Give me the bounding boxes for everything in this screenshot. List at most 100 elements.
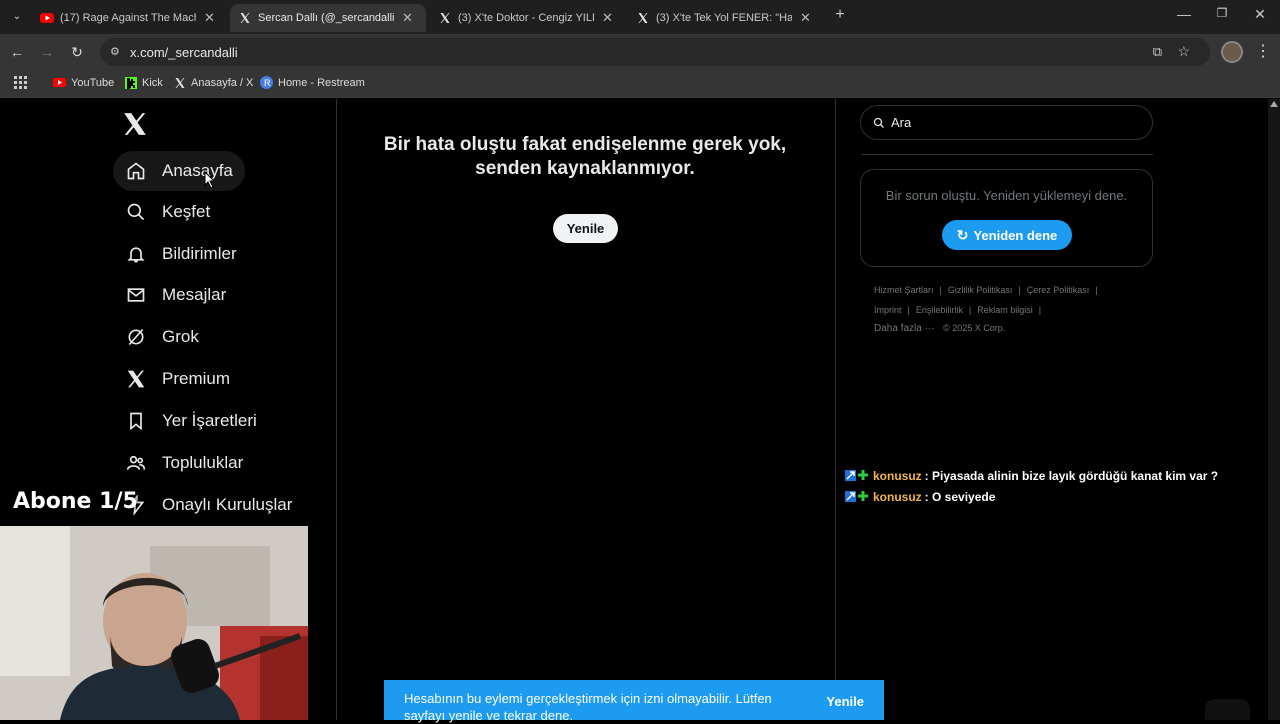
chat-username: konusuz xyxy=(873,490,922,504)
address-field[interactable]: ⚙ x.com/_sercandalli ⧉ ☆ xyxy=(100,38,1210,66)
footer-links-row: Imprint | Erişilebilirlik | Reklam bilgisi | xyxy=(874,305,1047,315)
site-info-icon[interactable]: ⚙ xyxy=(110,45,120,58)
search-icon xyxy=(873,117,885,129)
nav-label: Topluluklar xyxy=(162,453,244,472)
toast-refresh-button[interactable]: Yenile xyxy=(826,693,864,710)
bookmark-icon xyxy=(125,410,147,432)
nav-grok[interactable]: Grok xyxy=(113,317,211,357)
profile-avatar[interactable] xyxy=(1221,41,1243,63)
bookmarks-bar: YouTube Kick Anasayfa / X R Home - Restr… xyxy=(0,70,1280,98)
tab-close-icon[interactable]: ✕ xyxy=(402,10,413,26)
x-icon xyxy=(173,76,186,89)
nav-notifications[interactable]: Bildirimler xyxy=(113,234,249,274)
home-icon xyxy=(125,160,147,182)
retry-button[interactable]: Yenile xyxy=(553,214,618,243)
nav-label: Yer İşaretleri xyxy=(162,411,257,430)
x-icon xyxy=(238,11,252,25)
grok-floating-icon[interactable] xyxy=(1205,699,1250,720)
apps-grid-icon[interactable] xyxy=(14,76,27,89)
error-line: Bir hata oluştu fakat endişelenme gerek … xyxy=(383,134,787,155)
nav-home[interactable]: Anasayfa xyxy=(113,151,245,191)
bookmark-label: Kick xyxy=(142,76,163,89)
tab-tek-yol[interactable]: (3) X'te Tek Yol FENER: "Hazırlık ✕ xyxy=(628,4,819,32)
chat-text: : Piyasada alinin bize layık gördüğü kan… xyxy=(924,469,1219,483)
subscriber-goal-overlay: Abone 1/5 xyxy=(13,489,138,514)
error-toast: Hesabının bu eylemi gerçekleştirmek için… xyxy=(384,680,884,723)
tab-title: (3) X'te Tek Yol FENER: "Hazırlık xyxy=(656,12,792,24)
back-icon[interactable]: ← xyxy=(8,43,26,61)
nav-label: Mesajlar xyxy=(162,285,227,304)
copyright: © 2025 X Corp. xyxy=(943,323,1006,333)
footer-link-privacy[interactable]: Gizlilik Politikası xyxy=(948,285,1013,295)
nav-label: Anasayfa xyxy=(162,161,233,180)
youtube-icon xyxy=(40,11,54,25)
search-input[interactable]: Ara xyxy=(860,105,1153,140)
divider xyxy=(861,154,1153,155)
bookmark-label: YouTube xyxy=(71,76,115,89)
minimize-icon[interactable]: — xyxy=(1170,6,1198,22)
nav-explore[interactable]: Keşfet xyxy=(113,192,222,232)
window-close-icon[interactable]: ✕ xyxy=(1246,6,1274,23)
footer-link-accessibility[interactable]: Erişilebilirlik xyxy=(916,305,963,315)
scroll-up-icon[interactable] xyxy=(1270,101,1278,107)
footer-separator: | xyxy=(1095,285,1098,295)
bookmark-label: Home - Restream xyxy=(278,76,365,89)
tab-search-chevron-icon[interactable]: ⌄ xyxy=(8,8,26,26)
address-toolbar: ← → ↻ ⚙ x.com/_sercandalli ⧉ ☆ ⋮ xyxy=(0,34,1280,70)
footer-link-imprint[interactable]: Imprint xyxy=(874,305,902,315)
nav-messages[interactable]: Mesajlar xyxy=(113,275,238,315)
nav-premium[interactable]: Premium xyxy=(113,359,242,399)
bookmark-kick[interactable]: Kick xyxy=(124,76,163,89)
nav-bookmarks[interactable]: Yer İşaretleri xyxy=(113,401,269,441)
footer-link-cookies[interactable]: Çerez Politikası xyxy=(1027,285,1090,295)
retry-trends-button[interactable]: ↻ Yeniden dene xyxy=(942,220,1072,250)
bookmark-restream[interactable]: R Home - Restream xyxy=(260,76,365,89)
bookmark-youtube[interactable]: YouTube xyxy=(53,76,114,89)
footer-links-row: Daha fazla ··· © 2025 X Corp. xyxy=(874,323,1011,334)
bookmark-star-icon[interactable]: ☆ xyxy=(1177,43,1190,60)
url-text: x.com/_sercandalli xyxy=(130,44,238,60)
new-tab-button[interactable]: + xyxy=(826,6,854,24)
tab-rage-against[interactable]: (17) Rage Against The Machine ✕ xyxy=(32,4,223,32)
tab-close-icon[interactable]: ✕ xyxy=(800,10,811,26)
search-placeholder: Ara xyxy=(891,115,912,130)
stream-chat-message: konusuz : O seviyede xyxy=(845,490,995,504)
nav-label: Keşfet xyxy=(162,202,211,221)
bookmark-label: Anasayfa / X xyxy=(191,76,254,89)
footer-link-terms[interactable]: Hizmet Şartları xyxy=(874,285,934,295)
tab-sercan-dalli[interactable]: Sercan Dallı (@_sercandalli) / X ✕ xyxy=(230,4,426,32)
reload-icon[interactable]: ↻ xyxy=(68,43,86,61)
restream-icon: R xyxy=(260,76,273,89)
browser-menu-icon[interactable]: ⋮ xyxy=(1254,43,1272,61)
nav-label: Bildirimler xyxy=(162,244,237,263)
trends-error-text: Bir sorun oluştu. Yeniden yüklemeyi dene… xyxy=(885,188,1128,203)
x-page: Anasayfa Keşfet Bildirimler Mesajlar Gro… xyxy=(0,99,1268,723)
toast-text: sayfayı yenile ve tekrar dene. xyxy=(404,708,574,723)
svg-text:R: R xyxy=(264,78,271,88)
maximize-icon[interactable]: ❐ xyxy=(1208,6,1236,20)
footer-link-ads-info[interactable]: Reklam bilgisi xyxy=(977,305,1033,315)
footer-separator: | xyxy=(1038,305,1042,315)
x-logo-icon[interactable] xyxy=(122,111,148,137)
tab-title: Sercan Dallı (@_sercandalli) / X xyxy=(258,12,394,24)
kick-icon xyxy=(124,76,137,89)
tab-doktor[interactable]: (3) X'te Doktor - Cengiz YILDIZ ✕ xyxy=(430,4,621,32)
footer-separator: | xyxy=(907,305,910,315)
column-divider xyxy=(336,99,337,720)
install-app-icon[interactable]: ⧉ xyxy=(1153,44,1162,60)
webcam-feed xyxy=(0,526,308,720)
chat-badge-icon xyxy=(845,491,869,503)
tab-close-icon[interactable]: ✕ xyxy=(602,10,613,26)
people-icon xyxy=(125,452,147,474)
nav-label: Onaylı Kuruluşlar xyxy=(162,495,293,514)
page-scrollbar[interactable] xyxy=(1268,99,1280,720)
chat-text: : O seviyede xyxy=(924,490,996,504)
youtube-icon xyxy=(53,76,66,89)
nav-communities[interactable]: Topluluklar xyxy=(113,443,255,483)
forward-icon[interactable]: → xyxy=(38,43,56,61)
footer-more-link[interactable]: Daha fazla ··· xyxy=(874,323,935,334)
bookmark-anasayfa-x[interactable]: Anasayfa / X xyxy=(173,76,253,89)
chat-badge-icon xyxy=(845,470,869,482)
nav-verified-orgs[interactable]: Onaylı Kuruluşlar xyxy=(113,485,304,525)
tab-close-icon[interactable]: ✕ xyxy=(204,10,215,26)
